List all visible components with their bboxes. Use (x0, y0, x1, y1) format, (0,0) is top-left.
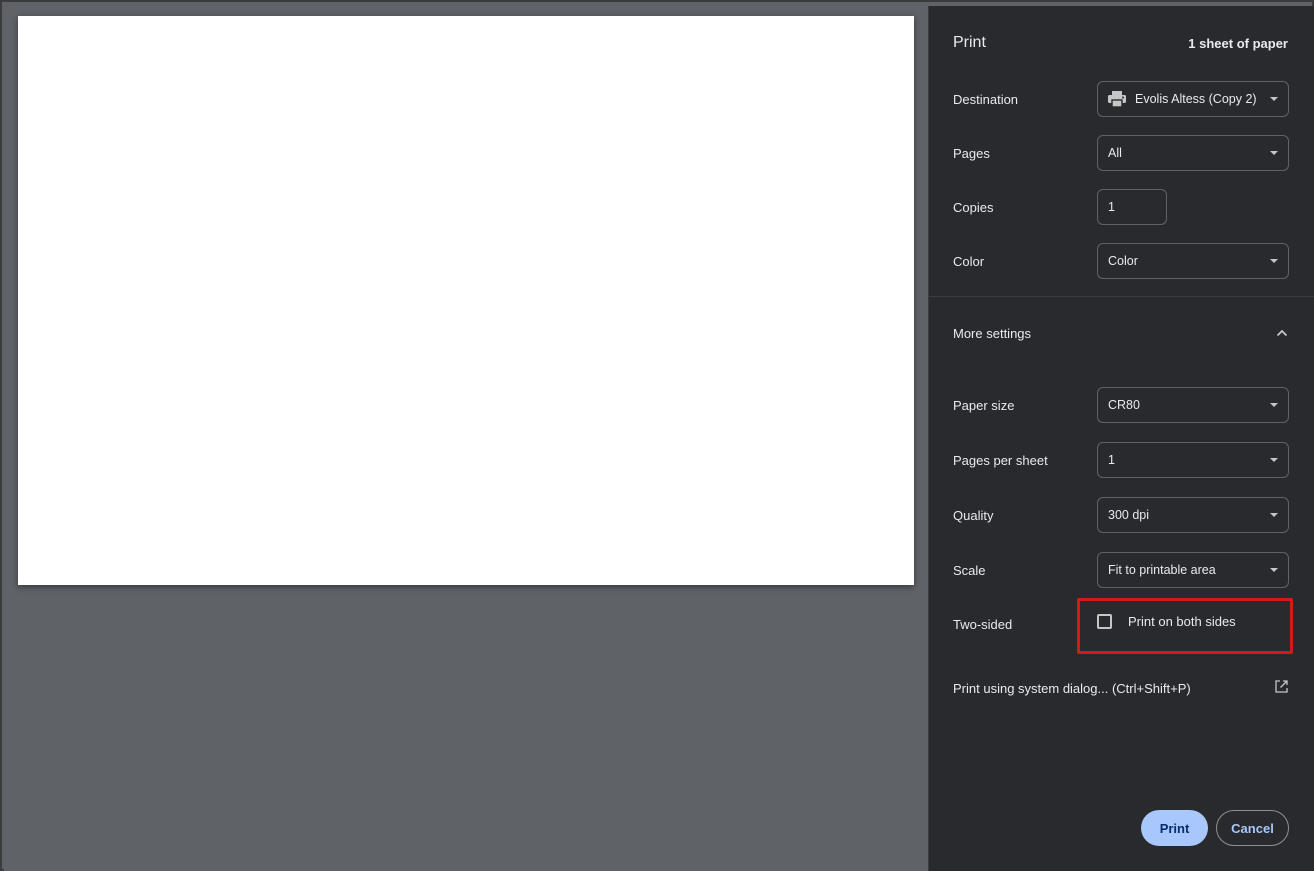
print-both-sides-label: Print on both sides (1128, 614, 1236, 629)
scale-select[interactable]: Fit to printable area (1097, 552, 1289, 588)
color-select[interactable]: Color (1097, 243, 1289, 279)
paper-size-value: CR80 (1108, 398, 1140, 412)
color-value: Color (1108, 254, 1138, 268)
paper-size-select[interactable]: CR80 (1097, 387, 1289, 423)
pages-row: Pages All (953, 135, 1289, 171)
more-settings-toggle[interactable]: More settings (953, 318, 1288, 348)
copies-label: Copies (953, 199, 994, 215)
page-title: Print (953, 34, 986, 51)
print-button[interactable]: Print (1141, 810, 1208, 846)
pages-per-sheet-select[interactable]: 1 (1097, 442, 1289, 478)
chevron-down-icon (1270, 513, 1278, 517)
color-row: Color Color (953, 243, 1289, 279)
quality-select[interactable]: 300 dpi (1097, 497, 1289, 533)
destination-select[interactable]: Evolis Altess (Copy 2) (1097, 81, 1289, 117)
pages-per-sheet-row: Pages per sheet 1 (953, 442, 1289, 478)
cancel-button[interactable]: Cancel (1216, 810, 1289, 846)
pages-label: Pages (953, 145, 990, 161)
chevron-down-icon (1270, 97, 1278, 101)
copies-input[interactable] (1097, 189, 1167, 225)
pages-value: All (1108, 146, 1122, 160)
chevron-down-icon (1270, 403, 1278, 407)
quality-value: 300 dpi (1108, 508, 1150, 522)
printer-icon (1108, 91, 1126, 108)
two-sided-label: Two-sided (953, 616, 1013, 632)
chevron-down-icon (1270, 458, 1278, 462)
chevron-down-icon (1270, 151, 1278, 155)
copies-row: Copies (953, 189, 1288, 225)
print-preview-area (4, 6, 928, 871)
paper-size-label: Paper size (953, 397, 1015, 413)
sheet-count: 1 sheet of paper (1188, 35, 1288, 51)
pages-per-sheet-value: 1 (1108, 453, 1115, 467)
paper-size-row: Paper size CR80 (953, 387, 1289, 423)
print-header: Print 1 sheet of paper (953, 34, 1288, 52)
quality-row: Quality 300 dpi (953, 497, 1289, 533)
scale-label: Scale (953, 562, 986, 578)
destination-label: Destination (953, 91, 1019, 107)
scale-value: Fit to printable area (1108, 563, 1216, 577)
pages-per-sheet-label: Pages per sheet (953, 452, 1048, 468)
print-dialog: Print 1 sheet of paper Destination Evoli… (0, 0, 1314, 871)
pages-select[interactable]: All (1097, 135, 1289, 171)
destination-row: Destination Evolis Altess (Copy 2) (953, 81, 1289, 117)
preview-page (18, 16, 914, 585)
system-dialog-link[interactable]: Print using system dialog... (Ctrl+Shift… (953, 676, 1288, 700)
chevron-down-icon (1270, 259, 1278, 263)
destination-value: Evolis Altess (Copy 2) (1135, 92, 1257, 106)
section-divider (929, 296, 1314, 297)
system-dialog-label: Print using system dialog... (Ctrl+Shift… (953, 680, 1191, 696)
open-external-icon (1275, 680, 1288, 696)
more-settings-label: More settings (953, 325, 1032, 341)
print-both-sides-option[interactable]: Print on both sides (1097, 614, 1236, 629)
chevron-up-icon (1276, 324, 1288, 342)
print-settings-sidebar: Print 1 sheet of paper Destination Evoli… (928, 6, 1314, 871)
chevron-down-icon (1270, 568, 1278, 572)
quality-label: Quality (953, 507, 994, 523)
scale-row: Scale Fit to printable area (953, 552, 1289, 588)
print-both-sides-checkbox[interactable] (1097, 614, 1112, 629)
color-label: Color (953, 253, 985, 269)
